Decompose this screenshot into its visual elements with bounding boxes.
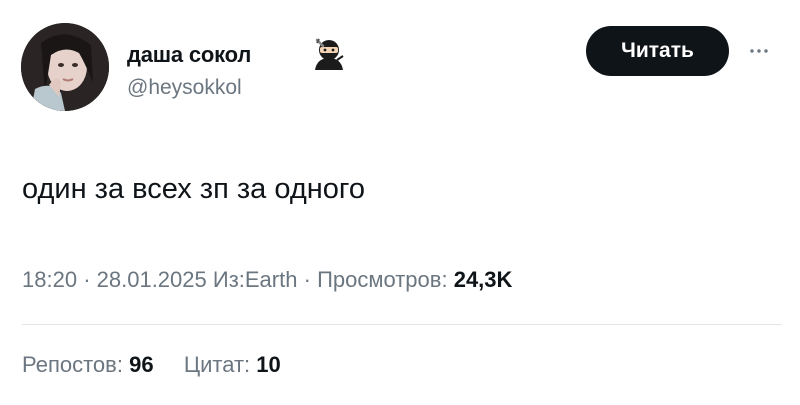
follow-button[interactable]: Читать [586,26,729,76]
quotes-count: 10 [256,352,281,377]
meta-separator: · [83,267,91,292]
author-handle[interactable]: @heysokkol [127,76,242,100]
reposts-stat[interactable]: Репостов: 96 [22,352,160,377]
tweet-time[interactable]: 18:20 [22,267,77,292]
avatar[interactable] [21,23,109,111]
author-display-name[interactable]: даша сокол [127,42,251,68]
quotes-label: Цитат: [183,352,251,377]
reposts-count: 96 [129,352,154,377]
reposts-label: Репостов: [22,352,123,377]
more-options-button[interactable] [744,36,774,66]
avatar-image [21,23,109,111]
quotes-stat[interactable]: Цитат: 10 [184,352,281,377]
views-count[interactable]: 24,3K [454,267,513,292]
tweet-stats: Репостов: 96 Цитат: 10 [22,352,281,378]
meta-separator: · [303,267,311,292]
ninja-emoji-icon [311,36,347,72]
tweet-text: один за всех зп за одного [22,173,365,205]
views-label: Просмотров: [317,267,448,292]
tweet-meta: 18:20 · 28.01.2025 Из:Earth · Просмотров… [22,267,512,293]
tweet-date[interactable]: 28.01.2025 [97,267,207,292]
more-horizontal-icon [750,49,768,53]
divider [22,324,782,325]
tweet-source: Из:Earth [212,267,298,292]
